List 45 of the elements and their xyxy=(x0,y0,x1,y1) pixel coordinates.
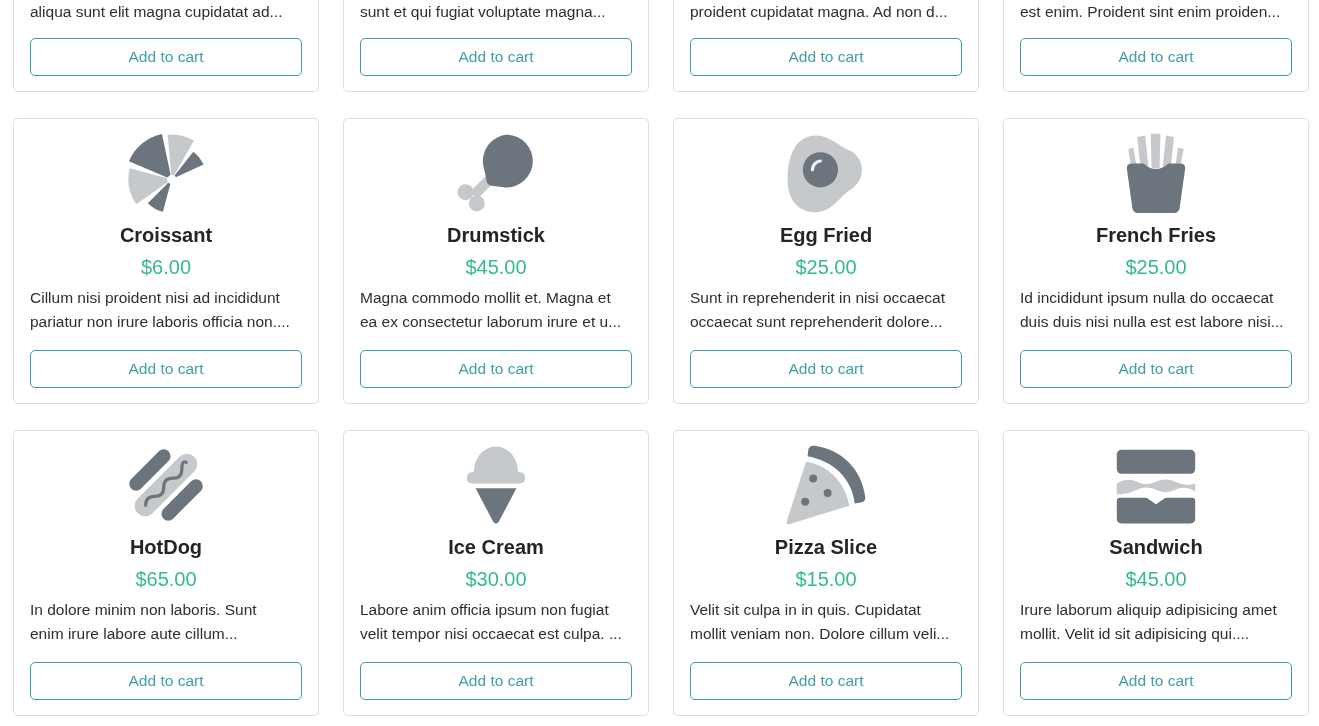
add-to-cart-button[interactable]: Add to cart xyxy=(690,38,962,76)
add-to-cart-button[interactable]: Add to cart xyxy=(690,662,962,700)
product-description: Id incididunt ipsum nulla do occaecat duis duis nisi nulla est est labore nisi... xyxy=(1020,288,1284,332)
pizza-slice-icon xyxy=(786,445,866,525)
product-price: $15.00 xyxy=(795,567,857,592)
product-description: Magna commodo mollit et. Magna et ea ex consectetur laborum irure et u... xyxy=(360,288,622,332)
product-price: $30.00 xyxy=(465,567,527,592)
product-price: $25.00 xyxy=(1125,255,1187,280)
add-to-cart-button[interactable]: Add to cart xyxy=(30,350,302,388)
add-to-cart-button[interactable]: Add to cart xyxy=(360,662,632,700)
product-name: French Fries xyxy=(1095,223,1216,248)
product-description: Irure laborum aliquip adipisicing amet mollit. Velit id sit adipisicing qui.... xyxy=(1020,600,1277,644)
drumstick-icon xyxy=(456,133,536,213)
ice-cream-icon xyxy=(466,445,526,525)
product-price: $65.00 xyxy=(135,567,197,592)
add-to-cart-button[interactable]: Add to cart xyxy=(30,38,302,76)
product-name: HotDog xyxy=(129,535,203,560)
product-description: sunt et qui fugiat voluptate magna... xyxy=(360,2,606,22)
add-to-cart-button[interactable]: Add to cart xyxy=(1020,662,1292,700)
product-description: Sunt in reprehenderit in nisi occaecat occaecat sunt reprehenderit dolore... xyxy=(690,288,946,332)
french-fries-icon xyxy=(1126,133,1186,213)
add-to-cart-button[interactable]: Add to cart xyxy=(1020,350,1292,388)
product-price: $45.00 xyxy=(1125,567,1187,592)
product-description: aliqua sunt elit magna cupidatat ad... xyxy=(30,2,283,22)
add-to-cart-button[interactable]: Add to cart xyxy=(30,662,302,700)
product-name: Egg Fried xyxy=(779,223,873,248)
product-name: Ice Cream xyxy=(448,535,544,560)
product-description: proident cupidatat magna. Ad non d... xyxy=(690,2,948,22)
product-name: Drumstick xyxy=(447,223,545,248)
croissant-icon xyxy=(126,133,206,213)
product-description: Velit sit culpa in in quis. Cupidatat mollit veniam non. Dolore cillum veli... xyxy=(690,600,950,644)
product-price: $6.00 xyxy=(140,255,192,280)
add-to-cart-button[interactable]: Add to cart xyxy=(360,38,632,76)
product-price: $25.00 xyxy=(795,255,857,280)
add-to-cart-button[interactable]: Add to cart xyxy=(1020,38,1292,76)
add-to-cart-button[interactable]: Add to cart xyxy=(360,350,632,388)
product-name: Pizza Slice xyxy=(774,535,878,560)
product-price: $45.00 xyxy=(465,255,527,280)
product-name: Sandwich xyxy=(1109,535,1203,560)
product-description: Labore anim officia ipsum non fugiat velit tempor nisi occaecat est culpa. ... xyxy=(360,600,622,644)
product-name: Croissant xyxy=(119,223,213,248)
product-description: est enim. Proident sint enim proiden... xyxy=(1020,2,1281,22)
add-to-cart-button[interactable]: Add to cart xyxy=(690,350,962,388)
product-description: In dolore minim non laboris. Sunt enim irure labore aute cillum... xyxy=(30,600,257,644)
product-description: Cillum nisi proident nisi ad incididunt pariatur non irure laboris officia non.... xyxy=(30,288,290,332)
